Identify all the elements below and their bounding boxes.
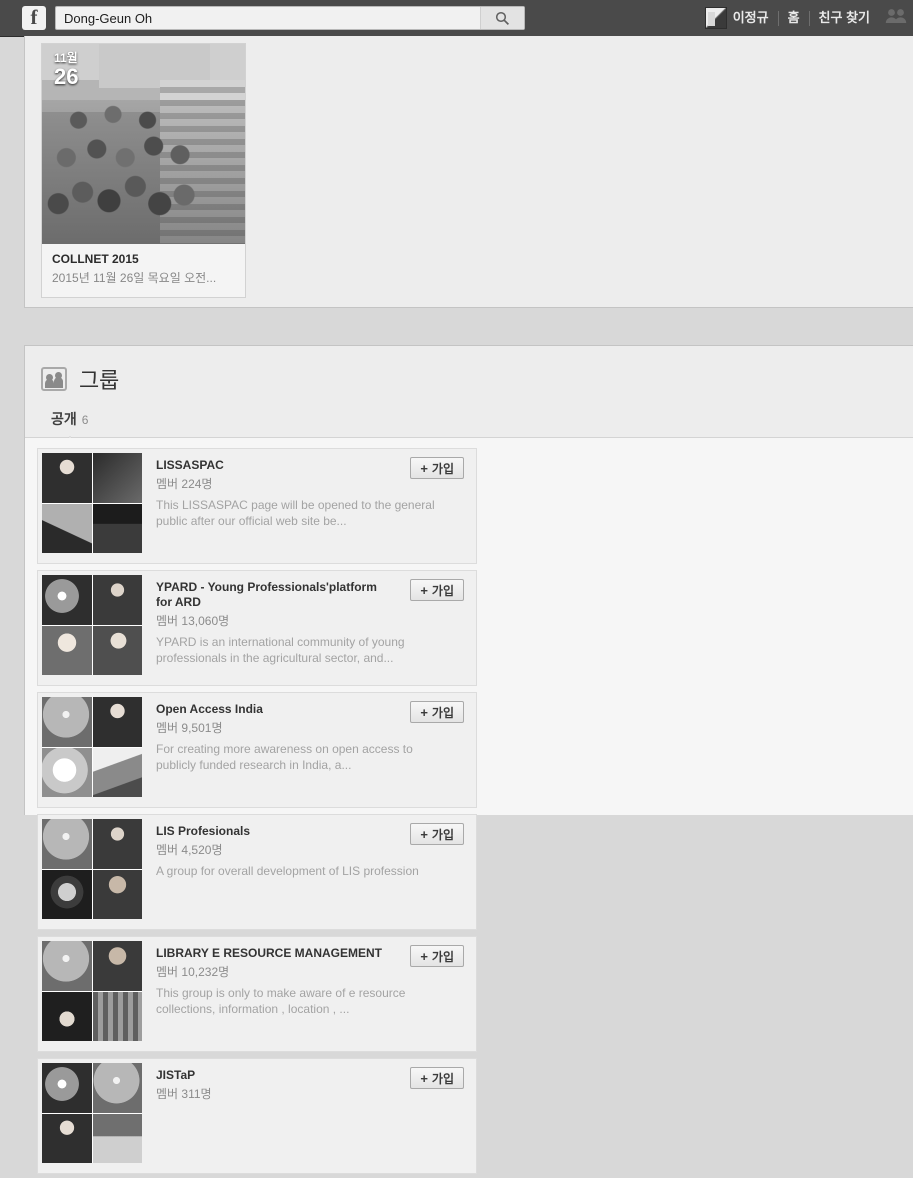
event-meta: COLLNET 2015 2015년 11월 26일 목요일 오전...	[42, 244, 245, 297]
group-thumbnail[interactable]	[42, 1063, 142, 1163]
tab-public-count: 6	[81, 413, 89, 427]
facebook-logo-icon[interactable]: f	[22, 6, 46, 30]
search-icon	[495, 11, 510, 26]
avatar	[704, 7, 727, 29]
groups-icon	[41, 367, 67, 391]
join-group-button[interactable]: + 가입	[410, 1067, 464, 1089]
group-description: This group is only to make aware of e re…	[156, 986, 406, 1016]
group-card[interactable]: YPARD - Young Professionals'platform for…	[37, 568, 477, 686]
group-card[interactable]: JISTaP 멤버 311명 + 가입	[37, 1056, 477, 1174]
plus-icon: +	[420, 704, 428, 720]
group-description: This LISSASPAC page will be opened to th…	[156, 498, 435, 528]
join-group-button[interactable]: + 가입	[410, 945, 464, 967]
join-label: 가입	[431, 827, 454, 842]
friends-icon	[885, 8, 907, 28]
groups-panel: 그룹 공개 6 LISSASPAC 멤버 224명 This LISSASPAC…	[24, 345, 913, 1174]
group-thumbnail[interactable]	[42, 819, 142, 919]
friend-requests-button[interactable]	[879, 0, 913, 36]
event-datetime: 2015년 11월 26일 목요일 오전...	[52, 271, 217, 285]
search-input[interactable]	[56, 7, 480, 29]
groups-body: LISSASPAC 멤버 224명 This LISSASPAC page wi…	[25, 438, 913, 1174]
top-nav-right: 이정규 홈 친구 찾기	[704, 0, 913, 36]
group-description: YPARD is an international community of y…	[156, 635, 405, 665]
join-label: 가입	[431, 949, 454, 964]
plus-icon: +	[420, 826, 428, 842]
profile-name-label: 이정규	[732, 10, 769, 25]
event-day: 26	[54, 63, 79, 89]
tab-public[interactable]: 공개 6	[41, 409, 98, 437]
profile-link[interactable]: 이정규	[704, 0, 778, 36]
group-description: For creating more awareness on open acce…	[156, 742, 413, 772]
group-thumbnail[interactable]	[42, 575, 142, 675]
group-card[interactable]: LISSASPAC 멤버 224명 This LISSASPAC page wi…	[37, 446, 477, 564]
tab-public-label: 공개	[51, 411, 77, 427]
group-member-count: 멤버 13,060명	[156, 614, 230, 628]
join-label: 가입	[431, 461, 454, 476]
search-box[interactable]	[55, 6, 525, 30]
group-thumbnail[interactable]	[42, 697, 142, 797]
join-group-button[interactable]: + 가입	[410, 579, 464, 601]
plus-icon: +	[420, 1070, 428, 1086]
plus-icon: +	[420, 948, 428, 964]
join-group-button[interactable]: + 가입	[410, 457, 464, 479]
event-card[interactable]: 11월 26 COLLNET 2015 2015년 11월 26일 목요일 오전…	[41, 43, 246, 298]
event-cover-photo[interactable]: 11월 26	[42, 44, 245, 244]
plus-icon: +	[420, 460, 428, 476]
top-navigation-bar: f 이정규 홈 친구 찾기	[0, 0, 913, 37]
groups-tabs: 공개 6	[41, 409, 98, 437]
event-month: 11월	[54, 51, 78, 65]
group-card[interactable]: LIS Profesionals 멤버 4,520명 A group for o…	[37, 812, 477, 930]
search-button[interactable]	[480, 7, 524, 29]
groups-header: 그룹 공개 6	[25, 346, 913, 438]
plus-icon: +	[420, 582, 428, 598]
group-thumbnail[interactable]	[42, 453, 142, 553]
groups-grid: LISSASPAC 멤버 224명 This LISSASPAC page wi…	[25, 446, 913, 1178]
group-card[interactable]: LIBRARY E RESOURCE MANAGEMENT 멤버 10,232명…	[37, 934, 477, 1052]
events-panel: 11월 26 COLLNET 2015 2015년 11월 26일 목요일 오전…	[24, 36, 913, 308]
join-label: 가입	[431, 1071, 454, 1086]
join-label: 가입	[431, 705, 454, 720]
join-group-button[interactable]: + 가입	[410, 823, 464, 845]
find-friends-link[interactable]: 친구 찾기	[810, 0, 879, 36]
group-thumbnail[interactable]	[42, 941, 142, 1041]
join-label: 가입	[431, 583, 454, 598]
event-date-badge: 11월 26	[54, 52, 78, 88]
event-title[interactable]: COLLNET 2015	[52, 252, 235, 266]
group-description: A group for overall development of LIS p…	[156, 864, 419, 878]
join-group-button[interactable]: + 가입	[410, 701, 464, 723]
page-title: 그룹	[79, 368, 119, 393]
home-link[interactable]: 홈	[779, 0, 809, 36]
group-card[interactable]: Open Access India 멤버 9,501명 For creating…	[37, 690, 477, 808]
page-body: 11월 26 COLLNET 2015 2015년 11월 26일 목요일 오전…	[0, 36, 913, 1174]
